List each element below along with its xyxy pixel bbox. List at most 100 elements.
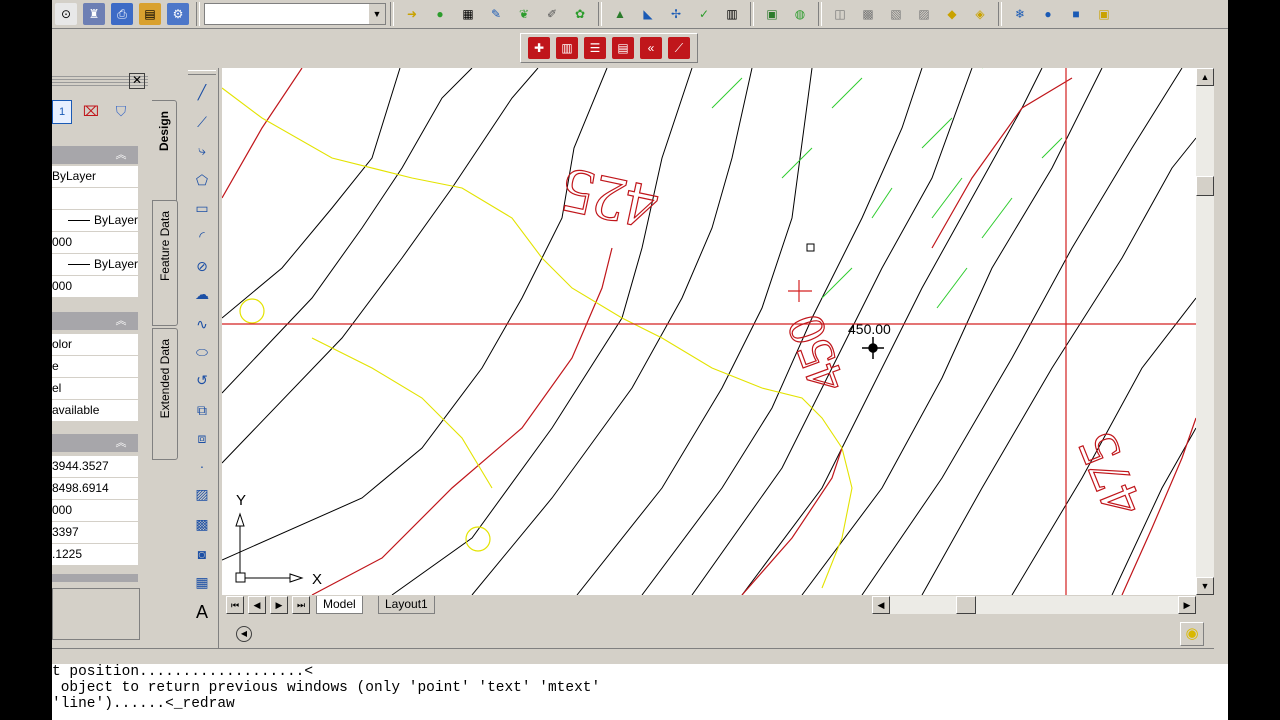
prop-lineweight[interactable]: ByLayer [52,254,138,276]
prop-plot-style-table[interactable]: e [52,356,138,378]
grid2-icon[interactable]: ▩ [857,3,879,25]
collapse-icon[interactable]: ︽ [114,437,128,449]
unlock-icon[interactable]: ▣ [1093,3,1115,25]
prop-linetype[interactable]: ByLayer [52,210,138,232]
scroll-right-icon[interactable]: ▶ [1178,596,1196,614]
prop-center-x[interactable]: 3944.3527 [52,456,138,478]
mountain-icon[interactable]: ▲ [609,3,631,25]
film-icon[interactable]: ▦ [457,3,479,25]
leaf-icon[interactable]: ❦ [513,3,535,25]
horizontal-scrollbar[interactable]: ◀ ▶ [872,596,1196,614]
ellipse-arc-icon[interactable]: ↺ [190,368,214,392]
scroll-thumb[interactable] [1196,176,1214,196]
tool-icon[interactable]: ⚙ [167,3,189,25]
chevron-down-icon[interactable]: ▼ [369,4,385,24]
red-gear-icon[interactable]: « [640,37,662,59]
red-cross-icon[interactable]: ✚ [528,37,550,59]
scale-icon[interactable]: ◣ [637,3,659,25]
prop-layer[interactable] [52,188,138,210]
tab-extended-data[interactable]: Extended Data [152,328,178,460]
snap-icon[interactable]: ⊙ [55,3,77,25]
lock-icon[interactable]: ■ [1065,3,1087,25]
status-toggle-icon[interactable]: ◀ [236,626,252,642]
rectangle-icon[interactable]: ▭ [190,196,214,220]
command-splitter[interactable] [52,648,1228,665]
prop-lt-scale[interactable]: 000 [52,232,138,254]
drawing-viewport[interactable]: 425 450 475 450.00 Y X [222,68,1196,595]
hatch-icon[interactable]: ▨ [190,482,214,506]
prop-color[interactable]: ByLayer [52,166,138,188]
prop-width[interactable]: .1225 [52,544,138,566]
plot-icon[interactable]: ⎙ [111,3,133,25]
circle-icon[interactable]: ⊘ [190,254,214,278]
scroll-left-icon[interactable]: ◀ [872,596,890,614]
command-line-window[interactable]: t position...................< object to… [52,664,1228,720]
prop-center-y[interactable]: 8498.6914 [52,478,138,500]
layer-state-icon[interactable]: ◆ [941,3,963,25]
tab-layout1[interactable]: Layout1 [378,596,435,614]
make-block-icon[interactable]: ⧈ [190,426,214,450]
hscroll-thumb[interactable] [956,596,976,614]
brush-icon[interactable]: ✎ [485,3,507,25]
arc-icon[interactable]: ◜ [190,224,214,248]
hatch-icon[interactable]: ✓ [693,3,715,25]
gradient-icon[interactable]: ▩ [190,512,214,536]
prop-plot-style[interactable]: olor [52,334,138,356]
mtext-icon[interactable]: A [190,600,214,624]
red-line-icon[interactable]: ⟋ [668,37,690,59]
paint-icon[interactable]: ▣ [761,3,783,25]
toggle-pickadd-icon[interactable]: 1 [52,100,72,124]
vertical-scrollbar[interactable]: ▲ ▼ [1196,68,1214,595]
category-misc[interactable] [52,574,138,582]
revision-cloud-icon[interactable]: ☁ [190,282,214,306]
quick-select-icon[interactable]: ⛉ [110,100,132,122]
red-bars-icon[interactable]: ▥ [556,37,578,59]
attr-icon[interactable]: ♜ [83,3,105,25]
spline-icon[interactable]: ∿ [190,312,214,336]
close-icon[interactable]: ✕ [129,73,145,89]
folder-icon[interactable]: ▤ [139,3,161,25]
polyline-icon[interactable]: ⤷ [190,138,214,162]
prop-plot-paper[interactable]: available [52,400,138,422]
prev-tab-icon[interactable]: ◀ [248,596,266,614]
grip-square[interactable] [806,243,815,252]
table-icon[interactable]: ▦ [190,570,214,594]
text-icon[interactable]: ✿ [569,3,591,25]
layer-prev-icon[interactable]: ▨ [913,3,935,25]
layer-dropdown[interactable]: ▼ [204,3,386,25]
category-plot-style[interactable]: ︽ [52,312,138,330]
bulb-icon[interactable]: ● [1037,3,1059,25]
construction-line-icon[interactable]: ⟋ [190,110,214,134]
tab-design[interactable]: Design [152,100,177,206]
insert-block-icon[interactable]: ⧉ [190,398,214,422]
select-objects-icon[interactable]: ⌧ [80,100,102,122]
polygon-icon[interactable]: ⬠ [190,168,214,192]
tab-feature-data[interactable]: Feature Data [152,200,178,326]
first-tab-icon[interactable]: ⏮ [226,596,244,614]
layer-walk-icon[interactable]: ◈ [969,3,991,25]
stack-icon[interactable]: ◍ [789,3,811,25]
collapse-icon[interactable]: ︽ [114,149,128,161]
region-icon[interactable]: ◙ [190,542,214,566]
scroll-up-icon[interactable]: ▲ [1196,68,1214,86]
drawing-canvas[interactable]: 425 450 475 450.00 Y X [222,68,1196,595]
layers-icon[interactable]: ▥ [721,3,743,25]
red-table-icon[interactable]: ▤ [612,37,634,59]
prop-thickness[interactable]: 000 [52,276,138,298]
red-list-icon[interactable]: ☰ [584,37,606,59]
collapse-icon[interactable]: ︽ [114,315,128,327]
arrow-icon[interactable]: ➜ [401,3,423,25]
scroll-down-icon[interactable]: ▼ [1196,577,1214,595]
prop-height[interactable]: 3397 [52,522,138,544]
pen-icon[interactable]: ✐ [541,3,563,25]
line-icon[interactable]: ╱ [190,80,214,104]
grid-icon[interactable]: ◫ [829,3,851,25]
last-tab-icon[interactable]: ⏭ [292,596,310,614]
category-view[interactable]: ︽ [52,434,138,452]
tab-model[interactable]: Model [316,596,363,614]
snowflake-icon[interactable]: ❄ [1009,3,1031,25]
next-tab-icon[interactable]: ▶ [270,596,288,614]
prop-center-z[interactable]: 000 [52,500,138,522]
point-icon[interactable]: · [190,454,214,478]
tray-bulb-icon[interactable]: ◉ [1180,622,1204,646]
